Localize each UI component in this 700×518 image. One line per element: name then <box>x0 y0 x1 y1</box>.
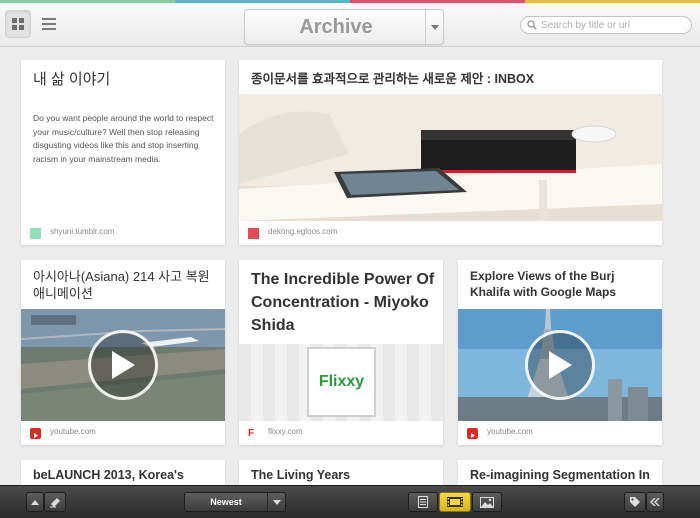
card-source: youtube.com <box>487 427 533 436</box>
chevron-down-icon <box>267 493 285 511</box>
search-icon <box>527 20 537 30</box>
card-title: Re-imagining Segmentation In <box>470 468 650 482</box>
play-button[interactable] <box>88 330 158 400</box>
view-images-button[interactable] <box>472 492 502 512</box>
archive-dropdown-label: Archive <box>299 16 373 38</box>
grid-view-button[interactable] <box>5 10 31 38</box>
film-strip-icon <box>447 497 463 507</box>
article-card[interactable]: 종이문서를 효과적으로 관리하는 새로운 제안 : INBOX dekong.e… <box>239 60 662 245</box>
search-input[interactable] <box>541 18 687 32</box>
card-source: shyuni.tumblr.com <box>50 227 115 236</box>
card-title: 내 삶 이야기 <box>33 71 111 88</box>
play-icon <box>112 351 135 379</box>
tag-button[interactable] <box>624 492 646 512</box>
card-image <box>239 94 662 221</box>
scroll-top-button[interactable] <box>26 492 44 512</box>
card-source: flixxy.com <box>268 427 303 436</box>
tag-icon <box>630 497 640 507</box>
card-title: The Living Years <box>251 468 351 482</box>
card-excerpt: Do you want people around the world to r… <box>33 113 214 164</box>
document-icon <box>418 496 428 508</box>
card-footer: dekong.egloos.com <box>239 221 662 245</box>
grid-icon <box>12 18 24 30</box>
video-card[interactable]: 아시아나(Asiana) 214 사고 복원 애니메이션 youtube.com <box>21 260 225 445</box>
video-thumbnail <box>458 309 662 421</box>
hamburger-icon <box>42 18 56 30</box>
flixxy-logo: Flixxy <box>307 347 376 417</box>
view-tiles-button[interactable] <box>439 492 471 512</box>
play-button[interactable] <box>525 330 595 400</box>
youtube-icon <box>467 428 478 439</box>
video-card[interactable]: Explore Views of the Burj Khalifa with G… <box>458 260 662 445</box>
search-box <box>520 16 692 34</box>
card-footer: shyuni.tumblr.com <box>21 221 225 245</box>
article-card[interactable]: beLAUNCH 2013, Korea's <box>21 460 225 485</box>
play-icon <box>549 351 572 379</box>
image-icon <box>480 496 494 508</box>
card-image: Flixxy <box>239 344 443 421</box>
video-thumbnail <box>21 309 225 421</box>
favicon-icon <box>30 228 41 239</box>
eraser-icon <box>50 498 60 508</box>
card-source: youtube.com <box>50 427 96 436</box>
favicon-icon <box>248 228 259 239</box>
card-title: 종이문서를 효과적으로 관리하는 새로운 제안 : INBOX <box>251 72 535 86</box>
list-menu-button[interactable] <box>36 10 62 38</box>
card-footer: F flixxy.com <box>239 421 443 445</box>
bottom-toolbar: Newest <box>0 485 700 518</box>
archive-dropdown[interactable]: Archive <box>244 9 444 45</box>
view-list-button[interactable] <box>408 492 438 512</box>
header-bar: Archive <box>0 3 700 47</box>
flixxy-icon: F <box>248 428 259 439</box>
youtube-icon <box>30 428 41 439</box>
article-card[interactable]: 내 삶 이야기 Do you want people around the wo… <box>21 60 225 245</box>
article-card[interactable]: The Living Years <box>239 460 443 485</box>
card-source: dekong.egloos.com <box>268 227 338 236</box>
chevron-down-icon <box>425 10 443 44</box>
card-title: Explore Views of the Burj Khalifa with G… <box>470 269 617 299</box>
card-title: The Incredible Power Of Concentration - … <box>251 271 435 334</box>
card-title: beLAUNCH 2013, Korea's <box>33 468 184 482</box>
article-card[interactable]: Re-imagining Segmentation In <box>458 460 662 485</box>
double-chevron-left-icon <box>650 498 660 506</box>
card-grid: 내 삶 이야기 Do you want people around the wo… <box>0 48 700 485</box>
card-footer: youtube.com <box>21 421 225 445</box>
article-card[interactable]: The Incredible Power Of Concentration - … <box>239 260 443 445</box>
sort-dropdown[interactable]: Newest <box>184 492 286 512</box>
card-title: 아시아나(Asiana) 214 사고 복원 애니메이션 <box>33 269 210 301</box>
collapse-panel-button[interactable] <box>646 492 664 512</box>
edit-button[interactable] <box>44 492 66 512</box>
sort-label: Newest <box>210 497 242 507</box>
card-footer: youtube.com <box>458 421 662 445</box>
chevron-up-icon <box>31 499 39 505</box>
